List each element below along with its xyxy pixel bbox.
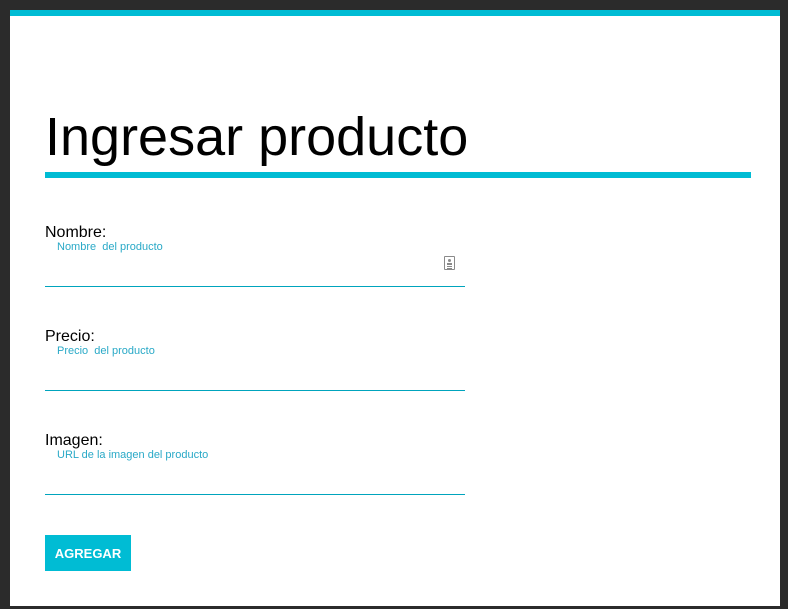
precio-hint: Precio del producto bbox=[57, 345, 155, 357]
nombre-input[interactable] bbox=[45, 254, 465, 287]
imagen-input[interactable] bbox=[45, 462, 465, 495]
title-underline bbox=[45, 172, 751, 178]
precio-label: Precio: bbox=[45, 328, 95, 345]
contact-card-icon[interactable] bbox=[444, 256, 455, 270]
imagen-hint: URL de la imagen del producto bbox=[57, 449, 209, 461]
imagen-label: Imagen: bbox=[45, 432, 103, 449]
field-nombre: Nombre: Nombre del producto bbox=[45, 224, 465, 292]
agregar-button[interactable]: AGREGAR bbox=[45, 535, 131, 571]
form-page: Ingresar producto Nombre: Nombre del pro… bbox=[10, 10, 780, 606]
field-imagen: Imagen: URL de la imagen del producto bbox=[45, 432, 465, 500]
page-title: Ingresar producto bbox=[45, 107, 469, 167]
nombre-hint: Nombre del producto bbox=[57, 241, 163, 253]
nombre-label: Nombre: bbox=[45, 224, 107, 241]
precio-input[interactable] bbox=[45, 358, 465, 391]
field-precio: Precio: Precio del producto bbox=[45, 328, 465, 396]
